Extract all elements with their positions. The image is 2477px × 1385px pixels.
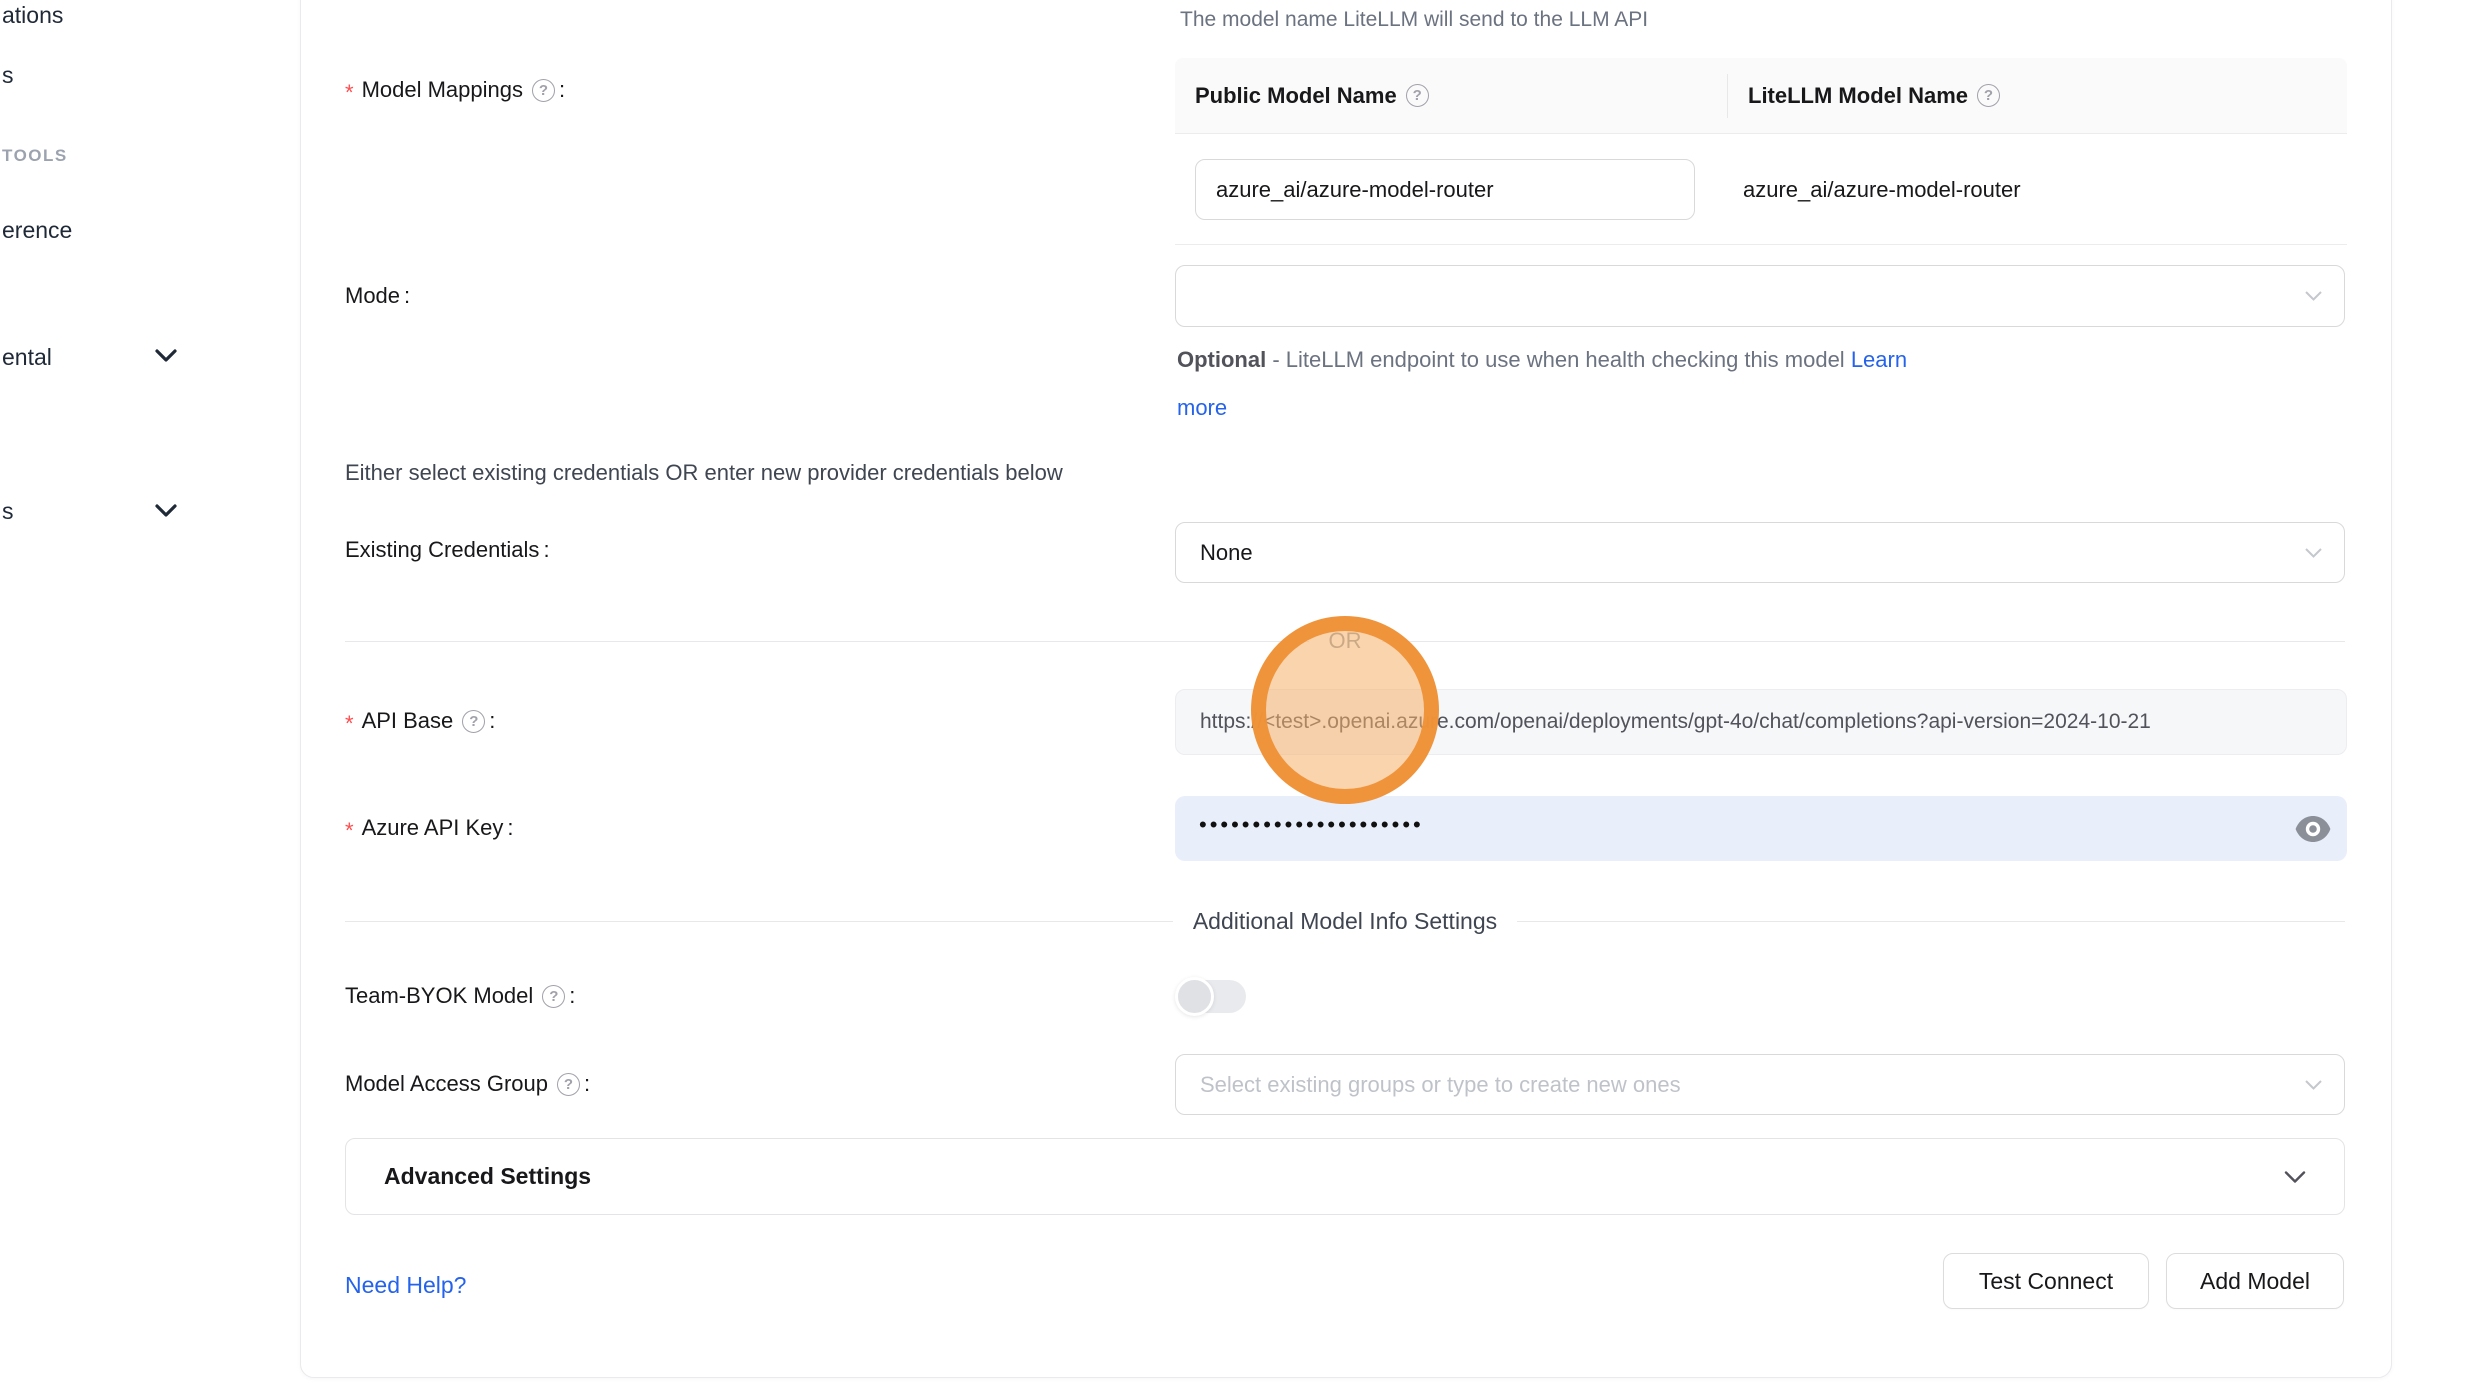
azure-api-key-input[interactable]: ••••••••••••••••••••• (1175, 796, 2347, 861)
additional-info-divider: Additional Model Info Settings (345, 906, 2345, 936)
model-mappings-label: * Model Mappings ? : (345, 77, 565, 103)
mode-help-text: Optional - LiteLLM endpoint to use when … (1177, 347, 1907, 421)
masked-password-value: ••••••••••••••••••••• (1199, 812, 1424, 838)
azure-api-key-label: * Azure API Key : (345, 815, 514, 841)
model-access-group-select[interactable]: Select existing groups or type to create… (1175, 1054, 2345, 1115)
sidebar-section-tools: TOOLS (2, 146, 68, 166)
chevron-down-icon (2305, 291, 2322, 301)
chevron-down-icon (2305, 1080, 2322, 1090)
chevron-down-icon (2305, 548, 2322, 558)
chevron-down-icon (2284, 1170, 2306, 1183)
chevron-down-icon (155, 504, 177, 518)
mode-select[interactable] (1175, 265, 2345, 327)
help-question-icon[interactable]: ? (462, 710, 485, 733)
api-base-label: * API Base ? : (345, 708, 495, 734)
help-question-icon[interactable]: ? (542, 985, 565, 1008)
add-model-button[interactable]: Add Model (2166, 1253, 2344, 1309)
sidebar-item-settings[interactable]: s (2, 498, 14, 525)
existing-credentials-label: Existing Credentials : (345, 537, 550, 563)
eye-icon[interactable] (2295, 815, 2331, 842)
test-connect-button[interactable]: Test Connect (1943, 1253, 2149, 1309)
table-row: azure_ai/azure-model-router (1175, 134, 2347, 245)
learn-more-link[interactable]: Learn (1851, 347, 1907, 372)
model-mappings-table: Public Model Name ? LiteLLM Model Name ?… (1175, 58, 2347, 245)
toggle-knob (1175, 977, 1214, 1016)
help-question-icon[interactable]: ? (557, 1073, 580, 1096)
table-header-row: Public Model Name ? LiteLLM Model Name ? (1175, 58, 2347, 134)
required-asterisk: * (345, 818, 354, 844)
required-asterisk: * (345, 711, 354, 737)
help-question-icon[interactable]: ? (1977, 84, 2000, 107)
litellm-model-name-value: azure_ai/azure-model-router (1743, 134, 2021, 245)
existing-credentials-select[interactable]: None (1175, 522, 2345, 583)
advanced-settings-panel[interactable]: Advanced Settings (345, 1138, 2345, 1215)
litellm-model-name-header: LiteLLM Model Name ? (1727, 74, 2347, 118)
api-base-input[interactable]: https://<test>.openai.azure.com/openai/d… (1175, 689, 2347, 755)
team-byok-toggle[interactable] (1178, 980, 1246, 1013)
model-access-group-label: Model Access Group ? : (345, 1071, 590, 1097)
add-model-screen: ations s TOOLS erence ental s The model … (0, 0, 2477, 1385)
credentials-note: Either select existing credentials OR en… (345, 460, 1063, 486)
or-divider: OR (345, 628, 2345, 654)
sidebar-item-guardrails[interactable]: s (2, 62, 14, 89)
sidebar-item-experimental[interactable]: ental (2, 344, 52, 371)
team-byok-label: Team-BYOK Model ? : (345, 983, 575, 1009)
sidebar: ations s TOOLS erence ental s (0, 0, 298, 1385)
chevron-down-icon (155, 349, 177, 363)
help-question-icon[interactable]: ? (532, 79, 555, 102)
help-question-icon[interactable]: ? (1406, 84, 1429, 107)
need-help-link[interactable]: Need Help? (345, 1272, 466, 1299)
public-model-name-header: Public Model Name ? (1175, 83, 1727, 109)
select-placeholder: Select existing groups or type to create… (1200, 1072, 1681, 1098)
public-model-name-input[interactable] (1195, 159, 1695, 220)
required-asterisk: * (345, 80, 354, 106)
sidebar-item-organizations[interactable]: ations (2, 2, 63, 29)
sidebar-item-inference[interactable]: erence (2, 217, 72, 244)
learn-more-link[interactable]: more (1177, 395, 1227, 420)
litellm-model-help-text: The model name LiteLLM will send to the … (1180, 8, 1648, 32)
mode-label: Mode : (345, 283, 410, 309)
